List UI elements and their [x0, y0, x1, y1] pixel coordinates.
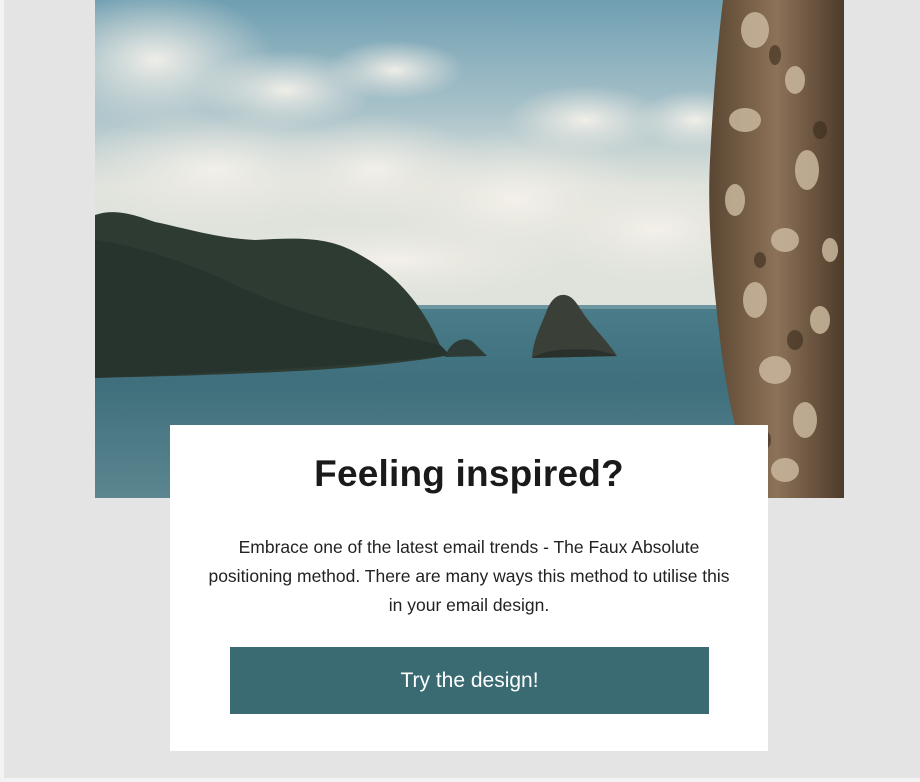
hero-image	[95, 0, 844, 498]
try-the-design-button[interactable]: Try the design!	[230, 647, 709, 714]
card-title: Feeling inspired?	[314, 453, 624, 494]
bottom-edge	[0, 778, 920, 782]
card-body-text: Embrace one of the latest email trends -…	[208, 537, 730, 615]
left-edge	[0, 0, 4, 782]
promo-card: Feeling inspired? Embrace one of the lat…	[170, 425, 768, 751]
